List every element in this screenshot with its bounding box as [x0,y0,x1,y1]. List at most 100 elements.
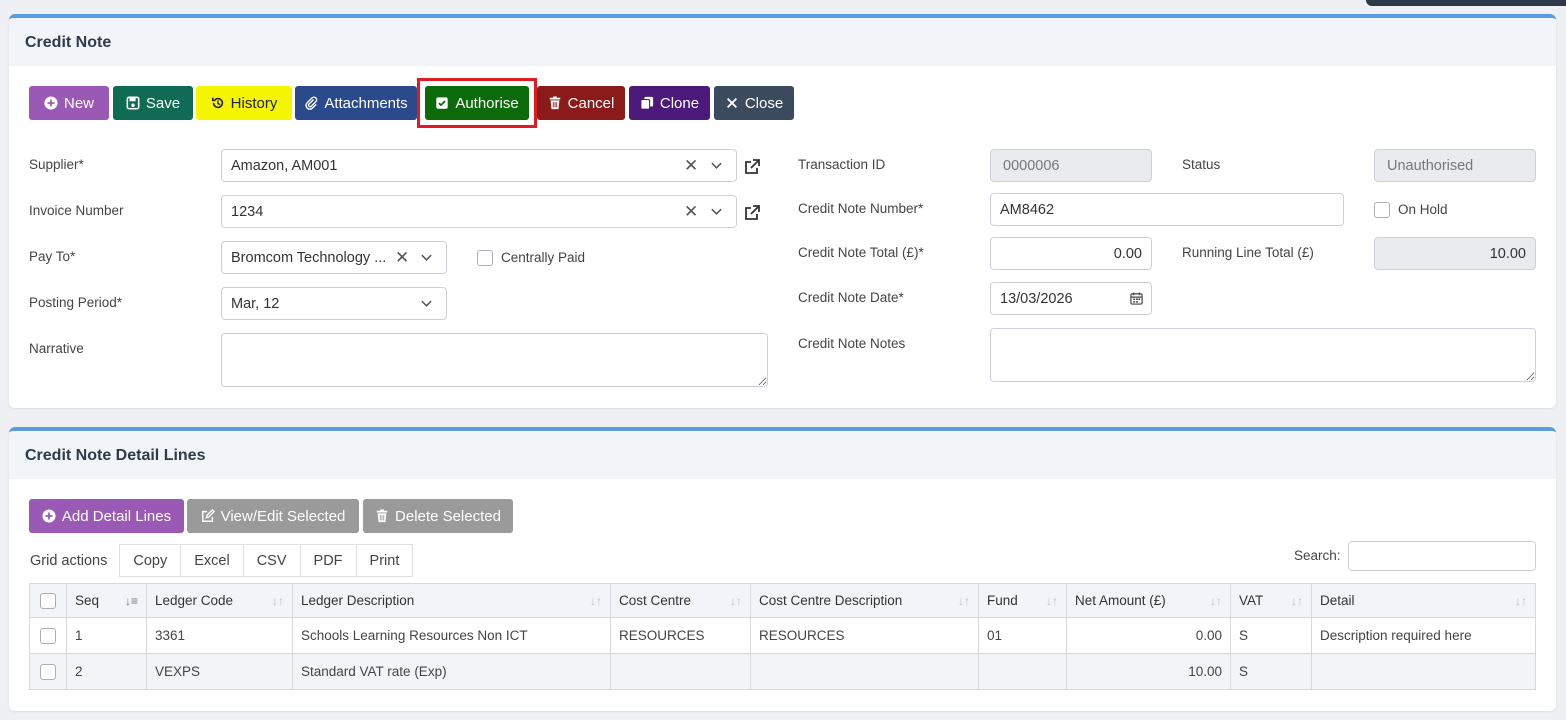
sort-asc-icon[interactable]: ↓≡ [125,594,138,608]
table-row[interactable]: 2 VEXPS Standard VAT rate (Exp) 10.00 S [29,653,1536,690]
column-label: Cost Centre [619,593,692,608]
posting-period-select[interactable]: Mar, 12 [221,287,447,320]
external-link-icon[interactable] [743,204,761,222]
search-input[interactable] [1348,541,1536,571]
supplier-select[interactable]: Amazon, AM001 ✕ [221,149,737,182]
column-header-fund[interactable]: Fund ↓↑ [978,583,1067,618]
table-row[interactable]: 1 3361 Schools Learning Resources Non IC… [29,617,1536,654]
cancel-button[interactable]: Cancel [537,86,625,120]
close-button[interactable]: Close [714,86,794,120]
chevron-down-icon[interactable] [420,251,433,264]
sort-icon[interactable]: ↓↑ [272,594,284,608]
sort-icon[interactable]: ↓↑ [1291,594,1303,608]
new-button[interactable]: New [29,86,109,120]
grid-copy-button[interactable]: Copy [119,544,182,577]
clear-icon[interactable]: ✕ [684,202,698,222]
pay-to-value: Bromcom Technology ... [231,249,387,266]
grid-pdf-button[interactable]: PDF [299,544,357,577]
centrally-paid-checkbox[interactable] [477,250,493,266]
seq-cell: 1 [66,617,147,654]
grid-excel-button[interactable]: Excel [180,544,244,577]
pay-to-label: Pay To* [29,249,76,264]
column-header-vat[interactable]: VAT ↓↑ [1230,583,1312,618]
chevron-down-icon[interactable] [710,159,723,172]
posting-period-value: Mar, 12 [231,295,280,312]
transaction-id-value: 0000006 [1003,157,1060,174]
column-label: Cost Centre Description [759,593,903,608]
x-icon [726,97,737,109]
attachments-label: Attachments [324,94,408,112]
clear-icon[interactable]: ✕ [395,248,409,268]
history-label: History [230,94,278,112]
credit-note-total-input[interactable]: 0.00 [990,237,1152,270]
ledger-description-cell: Schools Learning Resources Non ICT [292,617,611,654]
transaction-id-label: Transaction ID [798,157,886,172]
chevron-down-icon[interactable] [420,297,433,310]
column-header-ledger-description[interactable]: Ledger Description ↓↑ [292,583,611,618]
external-link-icon[interactable] [743,158,761,176]
row-checkbox[interactable] [40,627,56,644]
invoice-number-value: 1234 [231,203,264,220]
column-header-cost-centre-description[interactable]: Cost Centre Description ↓↑ [750,583,979,618]
sort-icon[interactable]: ↓↑ [590,594,602,608]
detail-cell: Description required here [1311,617,1536,654]
authorise-button[interactable]: Authorise [425,86,529,120]
status-value: Unauthorised [1387,157,1474,174]
column-header-ledger-code[interactable]: Ledger Code ↓↑ [146,583,293,618]
plus-circle-icon [44,96,58,110]
vat-cell: S [1230,653,1312,690]
delete-selected-button[interactable]: Delete Selected [363,499,513,533]
credit-note-date-label: Credit Note Date* [798,290,904,305]
row-select-cell [29,653,67,690]
ledger-code-cell: 3361 [146,617,293,654]
clone-button[interactable]: Clone [629,86,710,120]
sort-icon[interactable]: ↓↑ [1515,594,1527,608]
column-header-net-amount[interactable]: Net Amount (£) ↓↑ [1066,583,1231,618]
save-button[interactable]: Save [113,86,193,120]
sort-icon[interactable]: ↓↑ [730,594,742,608]
status-label: Status [1182,157,1221,172]
attachments-button[interactable]: Attachments [295,86,417,120]
invoice-number-select[interactable]: 1234 ✕ [221,195,737,228]
view-edit-selected-button[interactable]: View/Edit Selected [187,499,359,533]
cancel-label: Cancel [567,94,615,112]
sort-icon[interactable]: ↓↑ [1210,594,1222,608]
grid-print-button[interactable]: Print [355,544,414,577]
net-amount-cell: 0.00 [1066,617,1231,654]
add-detail-lines-button[interactable]: Add Detail Lines [29,499,184,533]
grid-csv-button[interactable]: CSV [242,544,301,577]
history-button[interactable]: History [196,86,292,120]
narrative-textarea[interactable] [221,333,768,387]
trash-icon [549,96,560,110]
ledger-description-cell: Standard VAT rate (Exp) [292,653,611,690]
column-header-seq[interactable]: Seq ↓≡ [66,583,147,618]
history-icon [211,97,223,109]
grid-actions-bar: Grid actions Copy Excel CSV PDF Print [21,544,414,577]
delete-selected-label: Delete Selected [395,507,501,525]
search-label: Search: [1294,548,1341,563]
credit-note-date-input[interactable]: 13/03/2026 [990,282,1152,315]
cost-centre-description-cell: RESOURCES [750,617,979,654]
fund-cell: 01 [978,617,1067,654]
credit-note-number-input[interactable]: AM8462 [990,193,1344,226]
cost-centre-cell: RESOURCES [610,617,751,654]
column-header-detail[interactable]: Detail ↓↑ [1311,583,1536,618]
select-all-checkbox[interactable] [40,592,56,609]
pay-to-select[interactable]: Bromcom Technology ... ✕ [221,241,447,274]
centrally-paid-label: Centrally Paid [501,250,586,265]
transaction-id-field: 0000006 [990,149,1152,182]
sort-icon[interactable]: ↓↑ [1046,594,1058,608]
chevron-down-icon[interactable] [710,205,723,218]
credit-note-notes-textarea[interactable] [990,328,1536,382]
clear-icon[interactable]: ✕ [684,156,698,176]
calendar-icon[interactable] [1130,292,1143,305]
supplier-label: Supplier* [29,157,84,172]
sort-icon[interactable]: ↓↑ [958,594,970,608]
on-hold-checkbox[interactable] [1374,202,1390,218]
seq-cell: 2 [66,653,147,690]
row-select-cell [29,617,67,654]
close-label: Close [744,94,784,112]
column-header-cost-centre[interactable]: Cost Centre ↓↑ [610,583,751,618]
trash-icon [376,509,388,523]
row-checkbox[interactable] [40,663,56,680]
